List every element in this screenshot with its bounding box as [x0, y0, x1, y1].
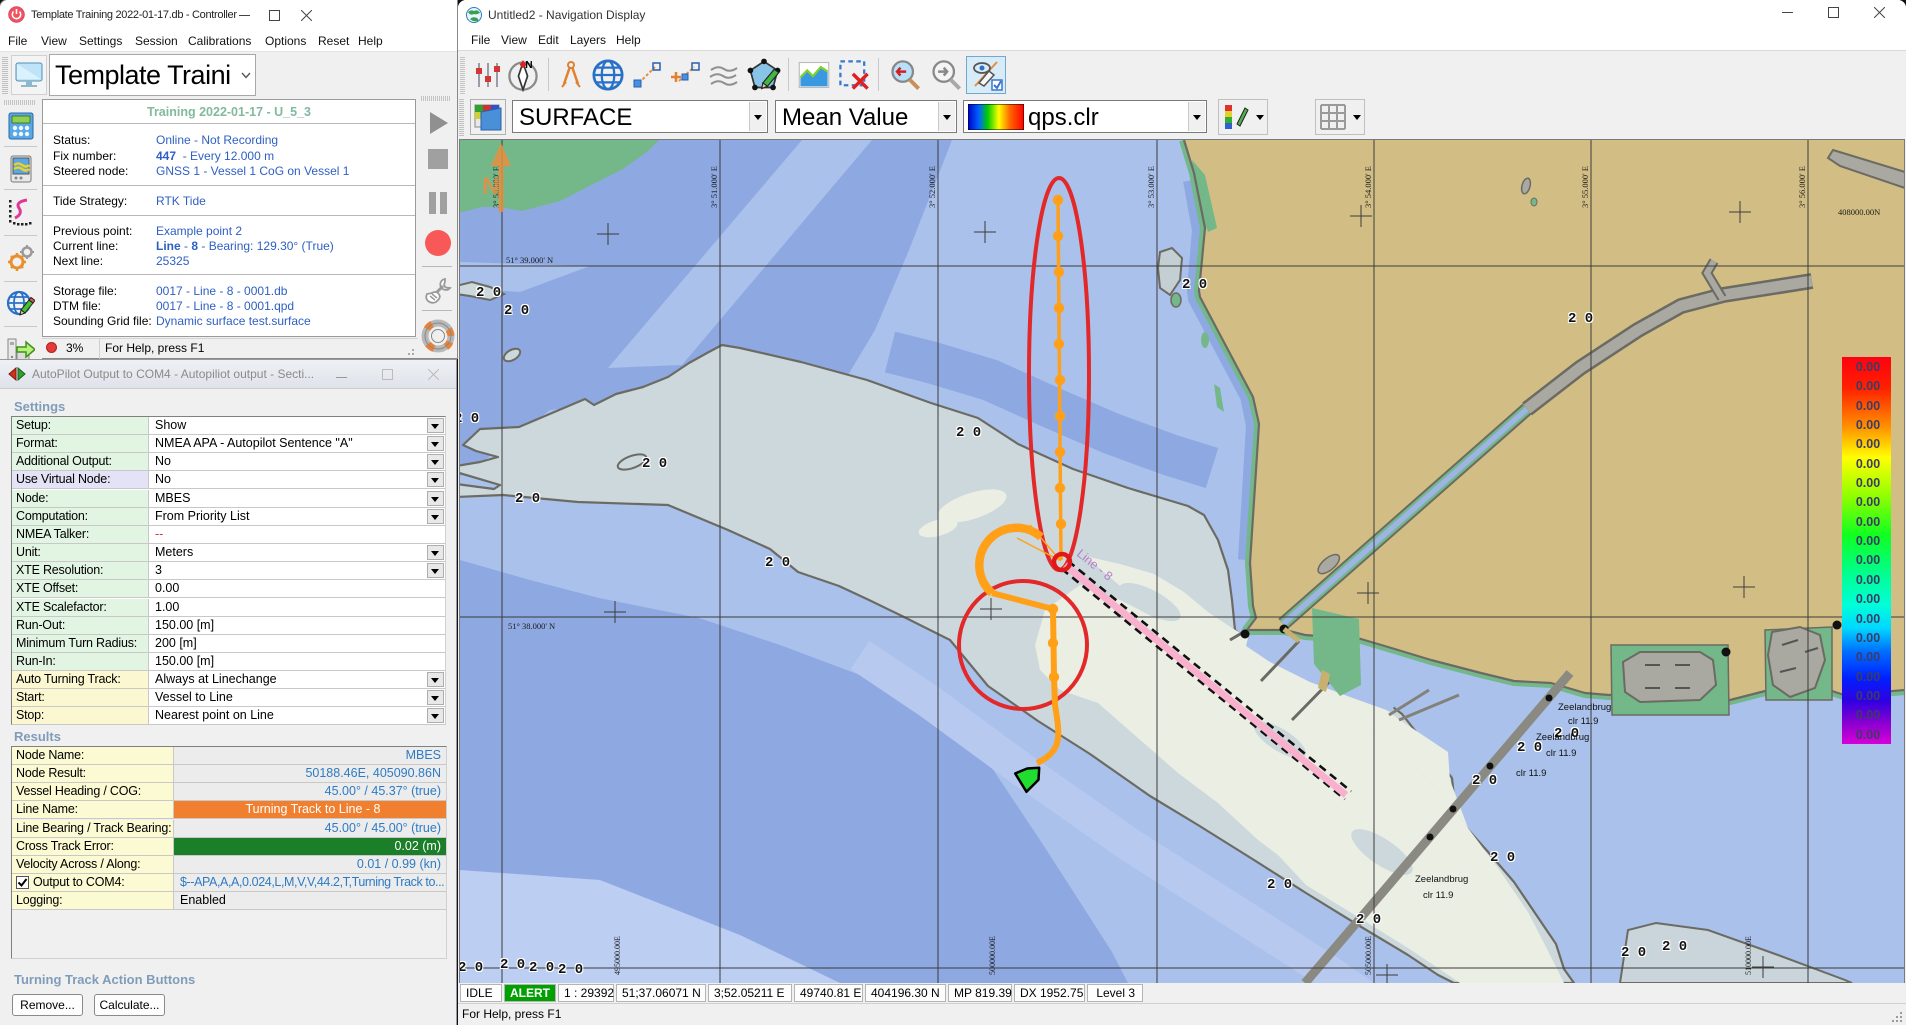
svg-text:0.00: 0.00 [1856, 457, 1880, 471]
svg-text:0.00: 0.00 [1856, 650, 1880, 664]
svg-text:2 0: 2 0 [460, 960, 483, 976]
svg-text:3° 56.000' E: 3° 56.000' E [1797, 166, 1807, 208]
svg-text:2 0: 2 0 [1621, 945, 1646, 961]
svg-text:0.00: 0.00 [1856, 418, 1880, 432]
svg-text:clr 11.9: clr 11.9 [1516, 768, 1546, 779]
svg-text:495000.00E: 495000.00E [613, 936, 622, 975]
svg-text:clr 11.9: clr 11.9 [1423, 890, 1453, 901]
svg-text:3° 53.000' E: 3° 53.000' E [1146, 166, 1156, 208]
svg-text:2 0: 2 0 [765, 555, 790, 571]
svg-text:0.00: 0.00 [1856, 612, 1880, 626]
svg-text:51° 39.000' N: 51° 39.000' N [506, 255, 553, 265]
svg-text:2 0: 2 0 [529, 960, 554, 976]
svg-text:2 0: 2 0 [460, 411, 479, 427]
svg-text:0.00: 0.00 [1856, 534, 1880, 548]
svg-text:Zeelandbrug: Zeelandbrug [1415, 874, 1468, 885]
svg-text:clr 11.9: clr 11.9 [1568, 716, 1598, 727]
svg-text:2 0: 2 0 [504, 303, 529, 319]
svg-text:0.00: 0.00 [1856, 476, 1880, 490]
svg-text:2 0: 2 0 [1182, 277, 1207, 293]
svg-text:3° 51.000' E: 3° 51.000' E [709, 166, 719, 208]
svg-text:0.00: 0.00 [1856, 515, 1880, 529]
svg-text:3° 55.000' E: 3° 55.000' E [1580, 166, 1590, 208]
svg-text:2 0: 2 0 [515, 491, 540, 507]
svg-text:2 0: 2 0 [500, 957, 525, 973]
svg-text:0.00: 0.00 [1856, 553, 1880, 567]
svg-text:2 0: 2 0 [1568, 311, 1593, 327]
svg-text:0.00: 0.00 [1856, 708, 1880, 722]
svg-text:0.00: 0.00 [1856, 670, 1880, 684]
svg-text:0.00: 0.00 [1856, 689, 1880, 703]
svg-text:51° 38.000' N: 51° 38.000' N [508, 621, 555, 631]
svg-text:2 0: 2 0 [1472, 773, 1497, 789]
svg-text:0.00: 0.00 [1856, 495, 1880, 509]
svg-text:0.00: 0.00 [1856, 728, 1880, 742]
svg-text:0.00: 0.00 [1856, 437, 1880, 451]
svg-text:0.00: 0.00 [1856, 379, 1880, 393]
svg-text:0.00: 0.00 [1856, 592, 1880, 606]
svg-text:2 0: 2 0 [1490, 850, 1515, 866]
svg-text:408000.00N: 408000.00N [1838, 207, 1880, 217]
svg-text:Zeelandbrug: Zeelandbrug [1558, 702, 1611, 713]
svg-text:0.00: 0.00 [1856, 399, 1880, 413]
svg-text:N: N [525, 60, 532, 71]
svg-text:2 0: 2 0 [558, 962, 583, 978]
svg-text:500000.00E: 500000.00E [988, 936, 997, 975]
svg-text:Zeelandbrug: Zeelandbrug [1536, 732, 1589, 743]
svg-text:2 0: 2 0 [956, 425, 981, 441]
svg-text:3° 52.000' E: 3° 52.000' E [927, 166, 937, 208]
svg-text:505000.00E: 505000.00E [1364, 936, 1373, 975]
svg-text:510000.00E: 510000.00E [1744, 936, 1753, 975]
svg-text:0.00: 0.00 [1856, 360, 1880, 374]
svg-text:clr 11.9: clr 11.9 [1546, 748, 1576, 759]
svg-text:2 0: 2 0 [1267, 877, 1292, 893]
svg-text:2 0: 2 0 [642, 456, 667, 472]
svg-text:2 0: 2 0 [476, 285, 501, 301]
svg-text:3° 54.000' E: 3° 54.000' E [1363, 166, 1373, 208]
svg-text:2 0: 2 0 [1356, 912, 1381, 928]
svg-text:0.00: 0.00 [1856, 631, 1880, 645]
svg-text:2 0: 2 0 [1662, 939, 1687, 955]
svg-text:N: N [482, 173, 499, 200]
svg-text:0.00: 0.00 [1856, 573, 1880, 587]
